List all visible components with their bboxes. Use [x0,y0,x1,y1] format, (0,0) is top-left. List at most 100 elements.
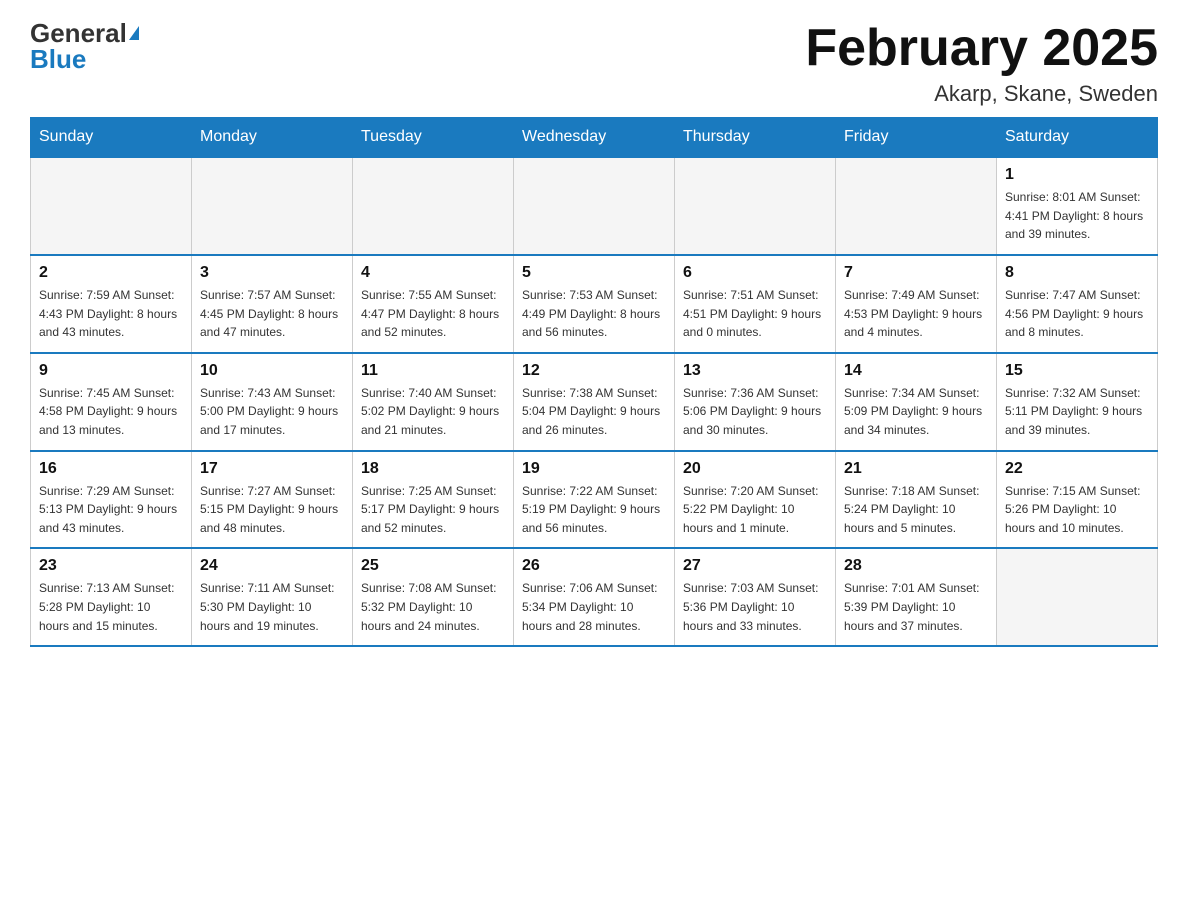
calendar-cell: 1 Sunrise: 8:01 AM Sunset: 4:41 PM Daylig… [997,157,1158,255]
calendar-cell: 22 Sunrise: 7:15 AM Sunset: 5:26 PM Dayli… [997,451,1158,549]
day-number: 11 [361,362,505,380]
calendar-cell [675,157,836,255]
calendar-cell: 24 Sunrise: 7:11 AM Sunset: 5:30 PM Dayli… [192,548,353,646]
day-info: Sunrise: 7:06 AM Sunset: 5:34 PM Dayligh… [522,579,666,635]
day-number: 25 [361,557,505,575]
day-info: Sunrise: 7:20 AM Sunset: 5:22 PM Dayligh… [683,482,827,538]
calendar-cell: 18Sunrise: 7:25 AM Sunset: 5:17 PM Dayli… [353,451,514,549]
day-number: 12 [522,362,666,380]
day-number: 26 [522,557,666,575]
day-number: 3 [200,264,344,282]
title-area: February 2025 Akarp, Skane, Sweden [805,20,1158,107]
calendar-cell: 25 Sunrise: 7:08 AM Sunset: 5:32 PM Dayli… [353,548,514,646]
day-info: Sunrise: 7:22 AM Sunset: 5:19 PM Dayligh… [522,482,666,538]
day-number: 14 [844,362,988,380]
calendar-week-row: 23 Sunrise: 7:13 AM Sunset: 5:28 PM Dayli… [31,548,1158,646]
calendar-cell: 27Sunrise: 7:03 AM Sunset: 5:36 PM Dayli… [675,548,836,646]
calendar-cell: 4 Sunrise: 7:55 AM Sunset: 4:47 PM Daylig… [353,255,514,353]
day-info: Sunrise: 7:03 AM Sunset: 5:36 PM Dayligh… [683,579,827,635]
calendar-cell: 2 Sunrise: 7:59 AM Sunset: 4:43 PM Daylig… [31,255,192,353]
day-number: 7 [844,264,988,282]
column-header-thursday: Thursday [675,118,836,158]
day-number: 5 [522,264,666,282]
calendar-cell [192,157,353,255]
calendar-header-row: SundayMondayTuesdayWednesdayThursdayFrid… [31,118,1158,158]
day-info: Sunrise: 7:53 AM Sunset: 4:49 PM Dayligh… [522,286,666,342]
calendar-cell: 15Sunrise: 7:32 AM Sunset: 5:11 PM Dayli… [997,353,1158,451]
calendar-week-row: 2 Sunrise: 7:59 AM Sunset: 4:43 PM Daylig… [31,255,1158,353]
day-number: 15 [1005,362,1149,380]
calendar-cell: 3 Sunrise: 7:57 AM Sunset: 4:45 PM Daylig… [192,255,353,353]
column-header-friday: Friday [836,118,997,158]
day-info: Sunrise: 7:11 AM Sunset: 5:30 PM Dayligh… [200,579,344,635]
day-number: 17 [200,460,344,478]
day-info: Sunrise: 7:55 AM Sunset: 4:47 PM Dayligh… [361,286,505,342]
logo-triangle-icon [129,26,139,40]
calendar-cell [997,548,1158,646]
calendar-cell: 5 Sunrise: 7:53 AM Sunset: 4:49 PM Daylig… [514,255,675,353]
day-number: 4 [361,264,505,282]
calendar-cell: 14 Sunrise: 7:34 AM Sunset: 5:09 PM Dayli… [836,353,997,451]
calendar-cell: 7 Sunrise: 7:49 AM Sunset: 4:53 PM Daylig… [836,255,997,353]
day-number: 24 [200,557,344,575]
calendar-cell: 20 Sunrise: 7:20 AM Sunset: 5:22 PM Dayli… [675,451,836,549]
day-number: 21 [844,460,988,478]
day-number: 13 [683,362,827,380]
calendar-cell: 11 Sunrise: 7:40 AM Sunset: 5:02 PM Dayli… [353,353,514,451]
day-number: 28 [844,557,988,575]
day-info: Sunrise: 7:43 AM Sunset: 5:00 PM Dayligh… [200,384,344,440]
calendar-cell [836,157,997,255]
calendar-cell: 23 Sunrise: 7:13 AM Sunset: 5:28 PM Dayli… [31,548,192,646]
day-info: Sunrise: 7:49 AM Sunset: 4:53 PM Dayligh… [844,286,988,342]
day-number: 16 [39,460,183,478]
day-number: 22 [1005,460,1149,478]
calendar-cell: 13 Sunrise: 7:36 AM Sunset: 5:06 PM Dayli… [675,353,836,451]
calendar-cell: 19 Sunrise: 7:22 AM Sunset: 5:19 PM Dayli… [514,451,675,549]
day-number: 2 [39,264,183,282]
day-info: Sunrise: 7:18 AM Sunset: 5:24 PM Dayligh… [844,482,988,538]
day-info: Sunrise: 7:59 AM Sunset: 4:43 PM Dayligh… [39,286,183,342]
day-info: Sunrise: 7:36 AM Sunset: 5:06 PM Dayligh… [683,384,827,440]
calendar-cell [31,157,192,255]
day-info: Sunrise: 7:45 AM Sunset: 4:58 PM Dayligh… [39,384,183,440]
calendar-week-row: 9 Sunrise: 7:45 AM Sunset: 4:58 PM Daylig… [31,353,1158,451]
location-title: Akarp, Skane, Sweden [805,81,1158,107]
day-info: Sunrise: 7:29 AM Sunset: 5:13 PM Dayligh… [39,482,183,538]
logo: General Blue [30,20,139,72]
calendar-cell: 9 Sunrise: 7:45 AM Sunset: 4:58 PM Daylig… [31,353,192,451]
day-info: Sunrise: 7:15 AM Sunset: 5:26 PM Dayligh… [1005,482,1149,538]
logo-general: General [30,20,127,46]
day-info: Sunrise: 7:38 AM Sunset: 5:04 PM Dayligh… [522,384,666,440]
day-number: 18 [361,460,505,478]
logo-blue: Blue [30,46,86,72]
day-number: 23 [39,557,183,575]
day-info: Sunrise: 8:01 AM Sunset: 4:41 PM Dayligh… [1005,188,1149,244]
day-number: 10 [200,362,344,380]
column-header-sunday: Sunday [31,118,192,158]
column-header-wednesday: Wednesday [514,118,675,158]
calendar-cell: 16 Sunrise: 7:29 AM Sunset: 5:13 PM Dayli… [31,451,192,549]
day-number: 20 [683,460,827,478]
calendar-cell: 28 Sunrise: 7:01 AM Sunset: 5:39 PM Dayli… [836,548,997,646]
day-info: Sunrise: 7:08 AM Sunset: 5:32 PM Dayligh… [361,579,505,635]
calendar-cell: 26 Sunrise: 7:06 AM Sunset: 5:34 PM Dayli… [514,548,675,646]
calendar-week-row: 16 Sunrise: 7:29 AM Sunset: 5:13 PM Dayli… [31,451,1158,549]
day-number: 6 [683,264,827,282]
day-number: 1 [1005,166,1149,184]
calendar-week-row: 1 Sunrise: 8:01 AM Sunset: 4:41 PM Daylig… [31,157,1158,255]
column-header-monday: Monday [192,118,353,158]
day-info: Sunrise: 7:01 AM Sunset: 5:39 PM Dayligh… [844,579,988,635]
day-info: Sunrise: 7:13 AM Sunset: 5:28 PM Dayligh… [39,579,183,635]
calendar-cell: 8Sunrise: 7:47 AM Sunset: 4:56 PM Daylig… [997,255,1158,353]
month-title: February 2025 [805,20,1158,77]
day-number: 19 [522,460,666,478]
day-info: Sunrise: 7:57 AM Sunset: 4:45 PM Dayligh… [200,286,344,342]
calendar-cell: 12 Sunrise: 7:38 AM Sunset: 5:04 PM Dayli… [514,353,675,451]
calendar-table: SundayMondayTuesdayWednesdayThursdayFrid… [30,117,1158,647]
calendar-cell [353,157,514,255]
day-info: Sunrise: 7:47 AM Sunset: 4:56 PM Dayligh… [1005,286,1149,342]
column-header-tuesday: Tuesday [353,118,514,158]
day-info: Sunrise: 7:40 AM Sunset: 5:02 PM Dayligh… [361,384,505,440]
day-info: Sunrise: 7:34 AM Sunset: 5:09 PM Dayligh… [844,384,988,440]
day-number: 9 [39,362,183,380]
